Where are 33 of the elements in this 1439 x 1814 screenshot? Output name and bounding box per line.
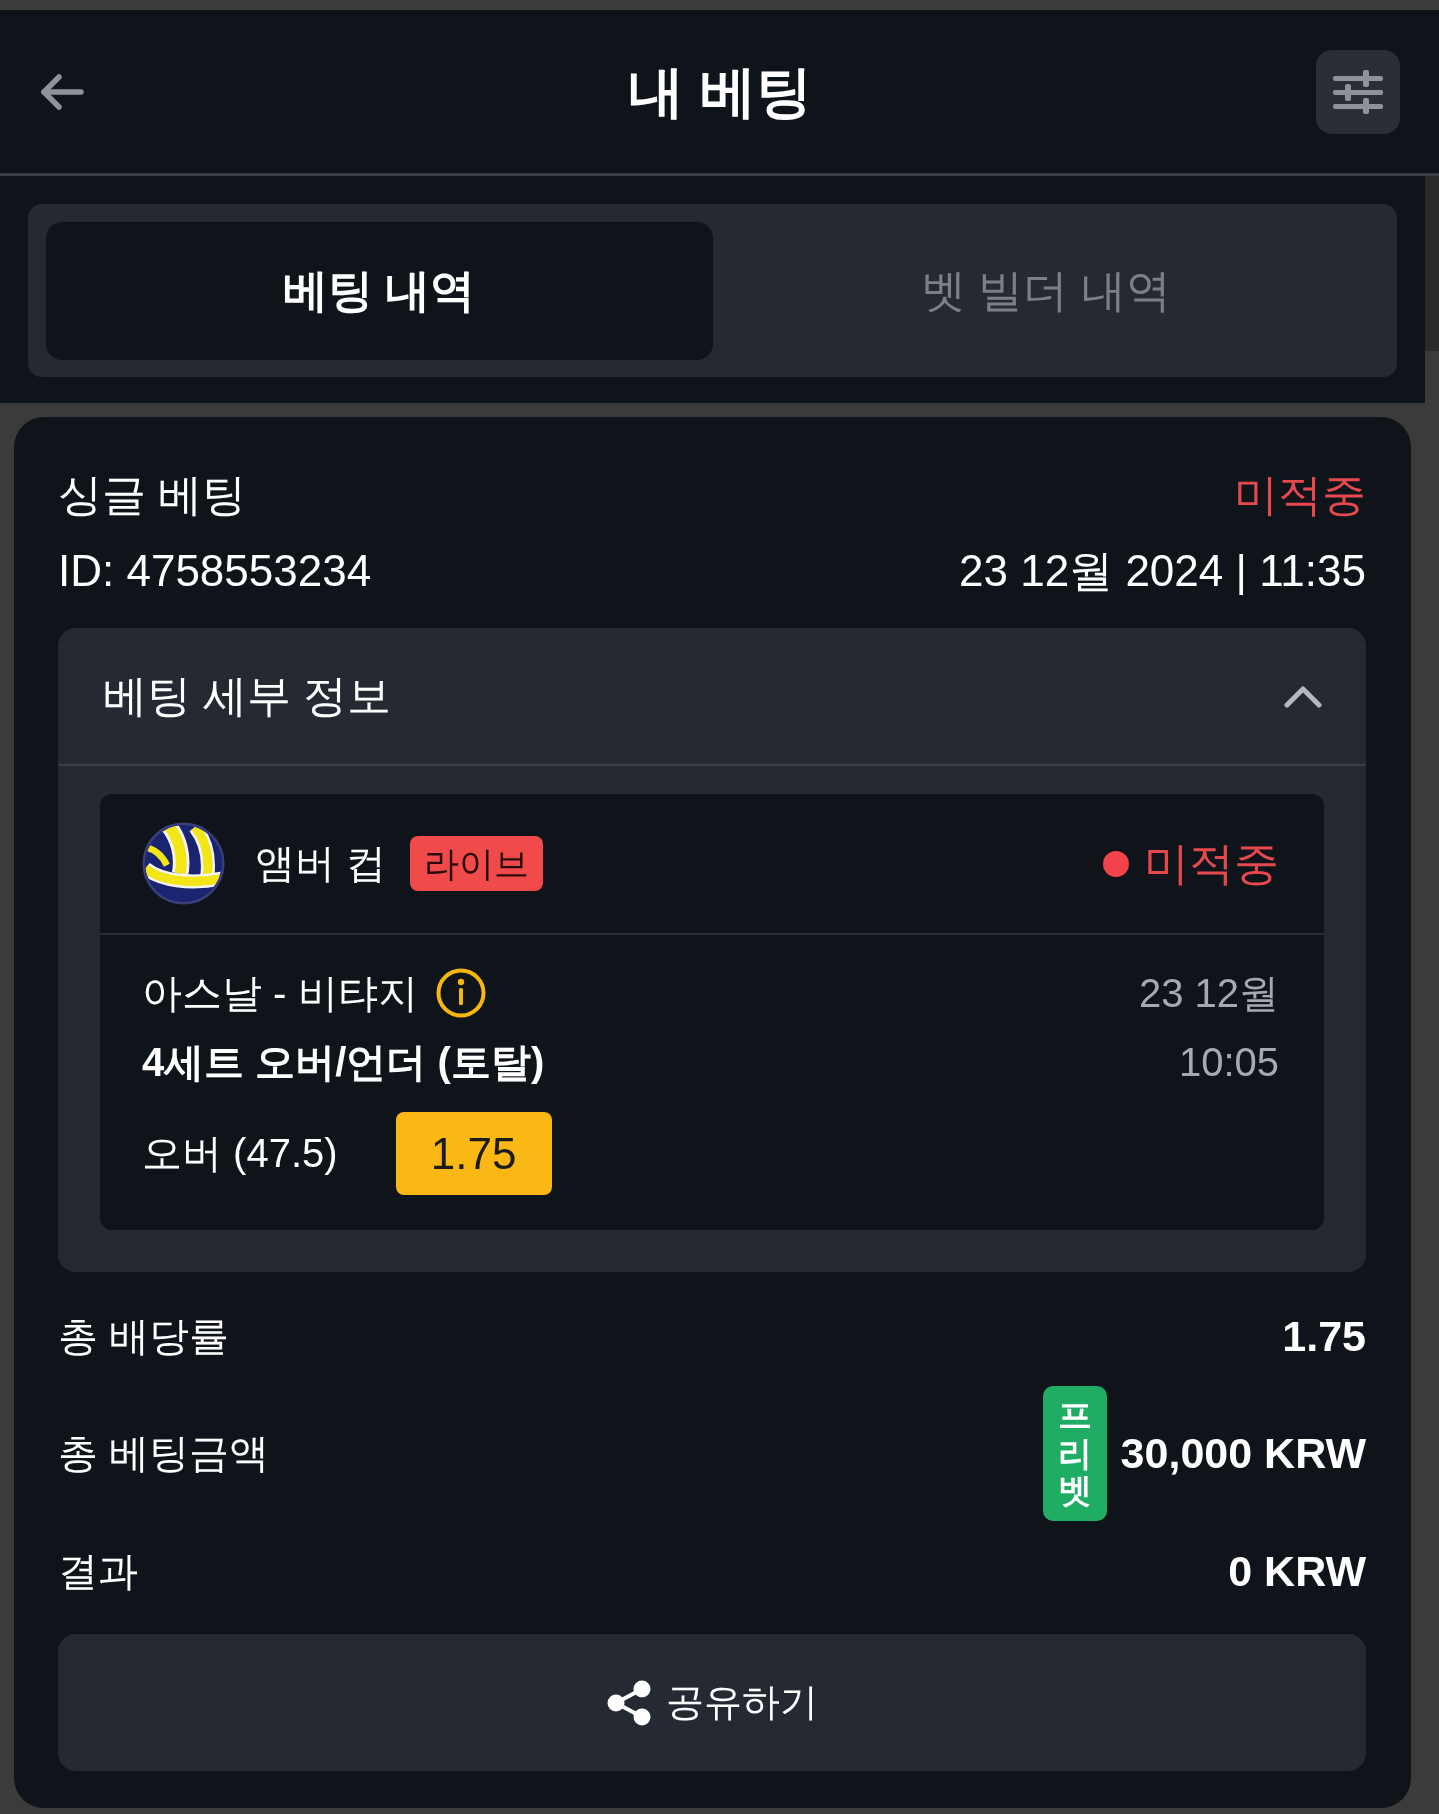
summary-value: 0 KRW	[1228, 1546, 1366, 1596]
filter-button[interactable]	[1316, 49, 1400, 134]
bet-market: 4세트 오버/언더 (토탈)	[142, 1039, 545, 1086]
volleyball-icon	[142, 822, 225, 905]
live-badge: 라이브	[410, 836, 544, 891]
summary-label: 총 배당률	[58, 1312, 230, 1360]
bet-status: 미적중	[1234, 469, 1366, 521]
tab[interactable]: 베팅 내역	[46, 222, 713, 360]
free-bet-badge: 프리벳	[1042, 1386, 1107, 1521]
summary-label: 결과	[58, 1547, 138, 1595]
share-button[interactable]: 공유하기	[58, 1634, 1366, 1771]
odds-value: 1.75	[395, 1112, 552, 1195]
share-icon	[606, 1679, 651, 1726]
page-title: 내 베팅	[628, 58, 812, 125]
section-title: 베팅 세부 정보	[103, 669, 392, 722]
bet-datetime: 23 12월 2024 | 11:35	[959, 545, 1366, 597]
selection-status: 미적중	[1144, 836, 1279, 891]
summary-value: 1.75	[1282, 1311, 1366, 1361]
scrollbar-thumb[interactable]	[1425, 176, 1439, 351]
status-dot-icon	[1103, 850, 1129, 877]
match-date: 23 12월	[1138, 970, 1279, 1017]
info-icon[interactable]	[435, 968, 486, 1018]
sliders-icon	[1333, 69, 1383, 114]
chevron-up-icon[interactable]	[1283, 684, 1323, 708]
summary-label: 총 베팅금액	[58, 1430, 270, 1477]
competition-name: 앰버 컵	[255, 840, 387, 887]
tab[interactable]: 벳 빌더 내역	[712, 222, 1379, 360]
pick-label: 오버 (47.5)	[142, 1130, 338, 1177]
bet-type: 싱글 베팅	[58, 469, 247, 521]
match-name: 아스날 - 비탸지	[142, 969, 418, 1017]
summary-value: 30,000 KRW	[1120, 1429, 1366, 1478]
bet-id: ID: 4758553234	[58, 545, 372, 597]
match-time: 10:05	[1178, 1039, 1279, 1086]
